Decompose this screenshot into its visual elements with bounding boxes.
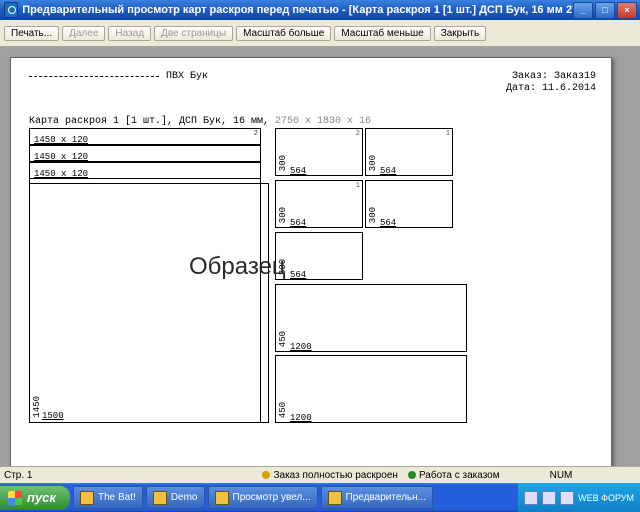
app-icon bbox=[80, 491, 94, 505]
windows-logo-icon bbox=[8, 491, 22, 505]
sheet-title: Карта раскроя 1 [1 шт.], ДСП Бук, 16 мм,… bbox=[29, 116, 371, 127]
toolbar: Печать... Далее Назад Две страницы Масшт… bbox=[0, 20, 640, 47]
back-button[interactable]: Назад bbox=[108, 26, 151, 41]
header-rule bbox=[29, 76, 159, 77]
preview-icon bbox=[328, 491, 342, 505]
part: 450 1200 bbox=[275, 355, 467, 423]
app-icon bbox=[4, 2, 18, 18]
preview-area: ПВХ Бук Заказ: Заказ19 Дата: 11.6.2014 К… bbox=[0, 47, 640, 466]
cutting-layout: 2 1450 x 120 2 1450 x 120 1450 x 120 145… bbox=[29, 128, 469, 423]
task-item[interactable]: Предварительн... bbox=[321, 486, 433, 509]
print-page: ПВХ Бук Заказ: Заказ19 Дата: 11.6.2014 К… bbox=[10, 57, 612, 466]
image-icon bbox=[215, 491, 229, 505]
part-empty bbox=[365, 128, 453, 176]
date-label: Дата: 11.6.2014 bbox=[506, 83, 596, 95]
status-dot-icon bbox=[262, 471, 270, 479]
minimize-button[interactable]: _ bbox=[573, 2, 593, 19]
status-num: NUM bbox=[550, 470, 573, 481]
tray-icon[interactable] bbox=[542, 491, 556, 505]
app-window: Предварительный просмотр карт раскроя пе… bbox=[0, 0, 640, 483]
tray-icon[interactable] bbox=[560, 491, 574, 505]
task-item[interactable]: The Bat! bbox=[73, 486, 143, 509]
statusbar: Стр. 1 Заказ полностью раскроен Работа с… bbox=[0, 466, 640, 483]
part: 1450 x 120 2 bbox=[29, 128, 261, 145]
twopages-button[interactable]: Две страницы bbox=[154, 26, 233, 41]
zoom-out-button[interactable]: Масштаб меньше bbox=[334, 26, 430, 41]
part: 300 564 2 bbox=[275, 128, 363, 176]
taskbar: пуск The Bat! Demo Просмотр увел... Пред… bbox=[0, 483, 640, 512]
part: 450 1200 bbox=[275, 284, 467, 352]
folder-icon bbox=[153, 491, 167, 505]
part: 300 564 bbox=[365, 180, 453, 228]
part: 300 564 bbox=[275, 232, 363, 280]
order-label: Заказ: Заказ19 bbox=[506, 71, 596, 83]
status-page: Стр. 1 bbox=[4, 470, 32, 481]
next-button[interactable]: Далее bbox=[62, 26, 105, 41]
maximize-button[interactable]: □ bbox=[595, 2, 615, 19]
zoom-in-button[interactable]: Масштаб больше bbox=[236, 26, 331, 41]
close-button[interactable]: × bbox=[617, 2, 637, 19]
close-preview-button[interactable]: Закрыть bbox=[434, 26, 487, 41]
tray-text: WEB ФОРУМ bbox=[578, 493, 634, 503]
system-tray[interactable]: WEB ФОРУМ bbox=[518, 483, 640, 512]
status-msg1: Заказ полностью раскроен bbox=[273, 470, 397, 481]
titlebar: Предварительный просмотр карт раскроя пе… bbox=[0, 0, 640, 20]
part: 1450 x 120 bbox=[29, 162, 261, 179]
tray-icon[interactable] bbox=[524, 491, 538, 505]
start-button[interactable]: пуск bbox=[0, 486, 70, 510]
part: 1450 x 120 bbox=[29, 145, 261, 162]
edge-label: ПВХ Бук bbox=[166, 71, 208, 82]
task-item[interactable]: Demo bbox=[146, 486, 205, 509]
part: 300 564 1 bbox=[275, 180, 363, 228]
header-right: Заказ: Заказ19 Дата: 11.6.2014 bbox=[506, 71, 596, 95]
task-item[interactable]: Просмотр увел... bbox=[208, 486, 318, 509]
status-dot-icon bbox=[408, 471, 416, 479]
status-msg2: Работа с заказом bbox=[419, 470, 500, 481]
window-title: Предварительный просмотр карт раскроя пе… bbox=[22, 4, 573, 16]
part-big: 1450 1500 bbox=[29, 183, 269, 423]
print-button[interactable]: Печать... bbox=[4, 26, 59, 41]
